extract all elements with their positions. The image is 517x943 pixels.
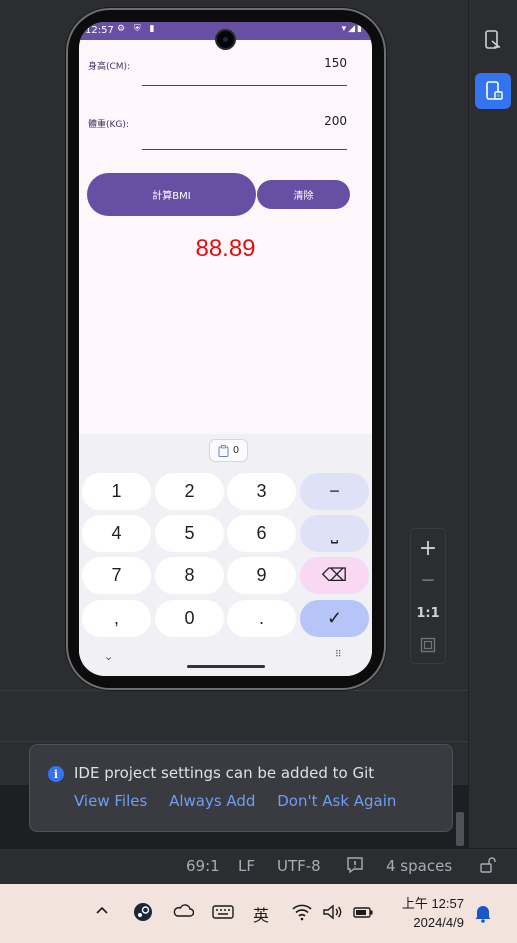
scrollbar[interactable] bbox=[456, 812, 464, 846]
info-icon: i bbox=[48, 766, 64, 782]
front-camera bbox=[217, 31, 234, 48]
clock-date: 2024/4/9 bbox=[413, 915, 464, 930]
view-files-link[interactable]: View Files bbox=[74, 792, 147, 810]
key-2[interactable]: 2 bbox=[155, 473, 224, 510]
key-backspace[interactable]: ⌫ bbox=[300, 557, 369, 594]
key-8[interactable]: 8 bbox=[155, 557, 224, 594]
notification-message: IDE project settings can be added to Git bbox=[74, 764, 375, 782]
height-input[interactable]: 150 bbox=[324, 56, 347, 70]
calculate-bmi-button[interactable]: 計算BMI bbox=[87, 173, 256, 216]
divider bbox=[0, 690, 468, 691]
clock-time: 上午 12:57 bbox=[401, 896, 464, 911]
keyboard-switch-icon[interactable]: ⠿ bbox=[335, 650, 342, 660]
key-3[interactable]: 3 bbox=[227, 473, 296, 510]
status-time: 12:57 bbox=[85, 25, 114, 36]
height-label: 身高(CM): bbox=[88, 62, 131, 72]
volume-icon[interactable] bbox=[322, 903, 344, 925]
hide-keyboard-icon[interactable]: ⌄ bbox=[104, 650, 113, 663]
show-hidden-icons-icon[interactable] bbox=[94, 902, 110, 922]
git-notification: i IDE project settings can be added to G… bbox=[29, 744, 453, 832]
running-devices-icon bbox=[486, 81, 503, 100]
clear-button[interactable]: 清除 bbox=[257, 180, 350, 209]
system-clock[interactable]: 上午 12:57 2024/4/9 bbox=[391, 894, 464, 932]
key-space[interactable]: ⎵ bbox=[300, 515, 369, 552]
clipboard-chip[interactable]: 0 bbox=[209, 439, 248, 462]
dont-ask-again-link[interactable]: Don't Ask Again bbox=[277, 792, 396, 810]
device-screen[interactable]: 12:57 ⚙ ⛨ ▮ ▾◢▮ 身高(CM): 150 體重(KG): 200 … bbox=[79, 22, 372, 676]
divider bbox=[0, 741, 468, 742]
weight-label: 體重(KG): bbox=[88, 120, 129, 130]
clipboard-icon bbox=[218, 444, 229, 457]
right-tool-strip bbox=[468, 0, 517, 848]
indent-setting[interactable]: 4 spaces bbox=[386, 857, 452, 875]
key-7[interactable]: 7 bbox=[82, 557, 151, 594]
fit-screen-button[interactable] bbox=[411, 629, 445, 661]
device-manager-button[interactable] bbox=[475, 22, 511, 58]
notification-icons: ⚙ ⛨ ▮ bbox=[117, 24, 158, 34]
key-6[interactable]: 6 bbox=[227, 515, 296, 552]
device-manager-icon bbox=[485, 30, 500, 49]
notification-actions: View Files Always Add Don't Ask Again bbox=[74, 792, 413, 810]
caret-position[interactable]: 69:1 bbox=[186, 857, 220, 875]
key-period[interactable]: . bbox=[227, 600, 296, 637]
touch-keyboard-icon[interactable] bbox=[212, 904, 234, 924]
key-5[interactable]: 5 bbox=[155, 515, 224, 552]
numeric-keyboard: 0 1 2 3 − 4 5 6 ⎵ 7 8 9 ⌫ , 0 . ✓ ⌄ ⠿ bbox=[79, 434, 372, 676]
line-separator[interactable]: LF bbox=[238, 857, 255, 875]
actual-size-button[interactable]: 1:1 bbox=[411, 597, 445, 629]
height-underline bbox=[142, 85, 347, 86]
ide-status-bar: 69:1 LF UTF-8 4 spaces bbox=[0, 848, 517, 885]
key-4[interactable]: 4 bbox=[82, 515, 151, 552]
onedrive-icon[interactable] bbox=[172, 903, 195, 923]
key-comma[interactable]: , bbox=[82, 600, 151, 637]
input-method-indicator[interactable]: 英 bbox=[253, 902, 269, 926]
steam-icon[interactable] bbox=[133, 902, 153, 926]
zoom-controls: + — 1:1 bbox=[410, 528, 446, 664]
always-add-link[interactable]: Always Add bbox=[169, 792, 255, 810]
weight-input[interactable]: 200 bbox=[324, 114, 347, 128]
fit-screen-icon bbox=[420, 637, 436, 653]
file-encoding[interactable]: UTF-8 bbox=[277, 857, 321, 875]
running-devices-button[interactable] bbox=[475, 73, 511, 109]
inspection-icon[interactable] bbox=[346, 856, 364, 878]
signal-battery-icon: ▾◢▮ bbox=[341, 24, 364, 34]
key-minus[interactable]: − bbox=[300, 473, 369, 510]
bmi-result: 88.89 bbox=[195, 235, 256, 262]
notification-bell-icon[interactable] bbox=[474, 903, 492, 927]
key-0[interactable]: 0 bbox=[155, 600, 224, 637]
zoom-in-button[interactable]: + bbox=[411, 532, 445, 564]
wifi-icon[interactable] bbox=[291, 903, 313, 925]
windows-taskbar: 英 上午 12:57 2024/4/9 bbox=[0, 884, 517, 943]
key-1[interactable]: 1 bbox=[82, 473, 151, 510]
clipboard-count: 0 bbox=[232, 445, 240, 456]
gesture-nav-bar[interactable] bbox=[187, 665, 265, 668]
lock-icon[interactable] bbox=[479, 856, 497, 878]
key-done[interactable]: ✓ bbox=[300, 600, 369, 637]
weight-underline bbox=[142, 149, 347, 150]
zoom-out-button[interactable]: — bbox=[411, 564, 445, 596]
key-9[interactable]: 9 bbox=[227, 557, 296, 594]
battery-icon[interactable] bbox=[352, 904, 374, 924]
